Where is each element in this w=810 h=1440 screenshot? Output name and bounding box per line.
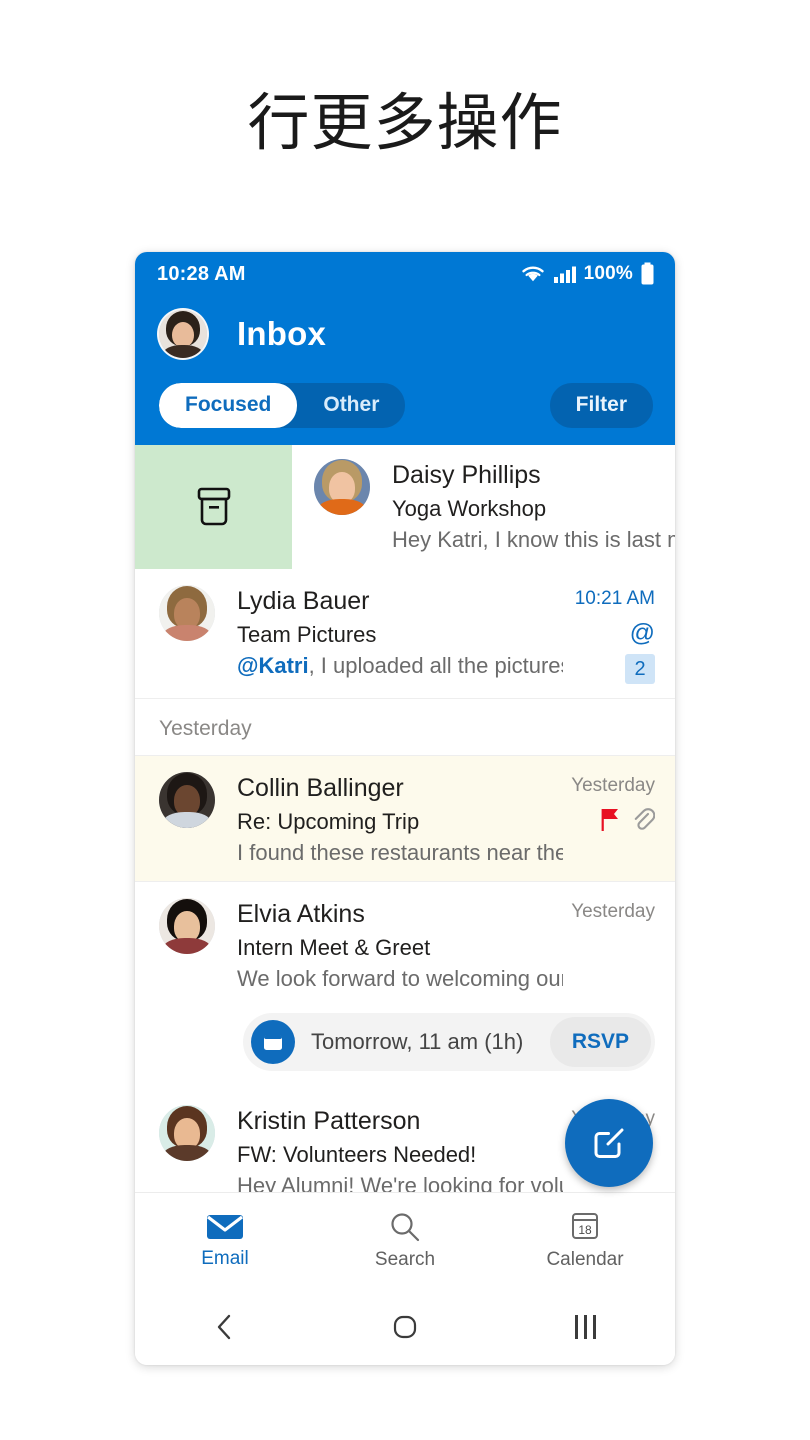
table-row[interactable]: Lydia Bauer Team Pictures @Katri, I uplo… <box>135 569 675 699</box>
compose-icon <box>594 1128 624 1158</box>
svg-text:18: 18 <box>578 1223 592 1237</box>
bottom-navigation: Email Search 18 Calendar <box>135 1192 675 1289</box>
avatar-art <box>314 459 370 515</box>
battery-icon <box>641 262 654 285</box>
nav-label-email: Email <box>201 1248 249 1269</box>
swiped-mail-row[interactable]: Daisy Phillips Yoga Workshop Hey Katri, … <box>292 445 675 569</box>
avatar-art <box>159 772 215 828</box>
app-header: 10:28 AM 100% Inbox Focused Other Filter <box>135 252 675 445</box>
calendar-icon <box>251 1020 295 1064</box>
mail-sender: Daisy Phillips <box>392 461 541 489</box>
calendar-glyph <box>264 1035 282 1050</box>
tab-other[interactable]: Other <box>297 383 405 428</box>
mail-subject: Yoga Workshop <box>392 496 547 521</box>
search-icon <box>391 1213 420 1242</box>
mention-icon: @ <box>629 618 655 647</box>
mail-time: 10:21 AM <box>574 588 655 609</box>
status-badge: 2 <box>625 654 655 684</box>
header-title-row: Inbox <box>135 296 675 364</box>
mail-text: Elvia Atkins Intern Meet & Greet We look… <box>215 898 563 993</box>
compose-fab[interactable] <box>565 1099 653 1187</box>
swipe-archive-row[interactable]: Daisy Phillips Yoga Workshop Hey Katri, … <box>135 445 675 569</box>
mail-meta: Yesterday <box>563 898 655 993</box>
wifi-icon <box>521 266 544 282</box>
archive-icon <box>197 487 230 526</box>
rsvp-button[interactable]: RSVP <box>549 1017 651 1067</box>
mail-text: Lydia Bauer Team Pictures @Katri, I uplo… <box>215 585 563 684</box>
table-row[interactable]: Collin Ballinger Re: Upcoming Trip I fou… <box>135 756 675 882</box>
mail-list: Daisy Phillips Yoga Workshop Hey Katri, … <box>135 445 675 1215</box>
nav-label-search: Search <box>374 1249 436 1270</box>
battery-percent: 100% <box>583 263 633 284</box>
avatar <box>314 459 370 515</box>
android-system-nav <box>135 1289 675 1365</box>
page-title: 行更多操作 <box>247 86 563 159</box>
recents-icon <box>574 1315 596 1339</box>
rsvp-card[interactable]: Tomorrow, 11 am (1h) RSVP <box>243 1013 655 1071</box>
nav-item-calendar[interactable]: 18 Calendar <box>495 1211 675 1271</box>
rsvp-time-text: Tomorrow, 11 am (1h) <box>311 1029 524 1054</box>
phone-mockup: 10:28 AM 100% Inbox Focused Other Filter… <box>135 252 675 1365</box>
home-circle-icon <box>393 1315 417 1339</box>
avatar <box>159 772 215 828</box>
avatar-art <box>159 585 215 641</box>
mail-preview: I found these restaurants near the city … <box>237 840 563 865</box>
avatar <box>159 1105 215 1161</box>
mail-time: Yesterday <box>571 775 655 796</box>
status-indicators: 100% <box>520 262 655 286</box>
inbox-title: Inbox <box>237 315 326 352</box>
mail-time: Yesterday <box>571 901 655 922</box>
mail-subject: Intern Meet & Greet <box>237 935 431 960</box>
android-home-button[interactable] <box>315 1312 495 1342</box>
mail-subject: Team Pictures <box>237 622 377 647</box>
preview-rest: , I uploaded all the pictures fro... <box>308 653 563 678</box>
mail-preview: Hey Katri, I know this is last m <box>392 527 675 552</box>
mail-meta: Yesterday <box>563 772 655 867</box>
nav-item-email[interactable]: Email <box>135 1212 315 1270</box>
mail-sender: Elvia Atkins <box>237 900 365 928</box>
archive-action[interactable] <box>135 445 292 569</box>
status-time: 10:28 AM <box>157 262 246 285</box>
mail-icon <box>207 1215 243 1239</box>
filter-button[interactable]: Filter <box>549 382 653 428</box>
mail-sender: Kristin Patterson <box>237 1107 421 1135</box>
mail-sender: Lydia Bauer <box>237 587 370 615</box>
focus-tabs: Focused Other <box>159 382 406 428</box>
avatar <box>159 585 215 641</box>
mail-text: Kristin Patterson FW: Volunteers Needed!… <box>215 1105 563 1200</box>
mail-preview: We look forward to welcoming our fall in… <box>237 966 563 991</box>
calendar-icon: 18 <box>572 1213 598 1239</box>
avatar <box>159 898 215 954</box>
mail-subject: Re: Upcoming Trip <box>237 809 420 834</box>
section-header-yesterday: Yesterday <box>135 699 675 756</box>
nav-item-search[interactable]: Search <box>315 1211 495 1271</box>
android-recents-button[interactable] <box>495 1315 675 1339</box>
mention-token: @Katri <box>237 653 309 678</box>
mail-preview: @Katri, I uploaded all the pictures fro.… <box>237 651 563 680</box>
avatar-art <box>159 310 207 358</box>
attachment-icon <box>634 808 655 830</box>
tab-row: Focused Other Filter <box>135 364 675 434</box>
mail-subject: FW: Volunteers Needed! <box>237 1142 477 1167</box>
tab-focused[interactable]: Focused <box>159 382 298 428</box>
mail-sender: Collin Ballinger <box>237 774 404 802</box>
avatar-art <box>159 898 215 954</box>
cellular-signal-icon <box>553 266 576 283</box>
status-bar: 10:28 AM 100% <box>135 252 675 296</box>
mail-meta-icons <box>563 806 655 834</box>
mail-text: Collin Ballinger Re: Upcoming Trip I fou… <box>215 772 563 867</box>
table-row[interactable]: Elvia Atkins Intern Meet & Greet We look… <box>135 882 675 1007</box>
back-chevron-icon <box>217 1314 231 1340</box>
nav-label-calendar: Calendar <box>546 1249 624 1270</box>
account-avatar[interactable] <box>157 308 209 360</box>
rsvp-card-wrap: Tomorrow, 11 am (1h) RSVP <box>135 1007 675 1089</box>
mail-text: Daisy Phillips Yoga Workshop Hey Katri, … <box>370 459 675 569</box>
android-back-button[interactable] <box>135 1312 315 1342</box>
mail-meta: 10:21 AM @ 2 <box>563 585 655 684</box>
avatar-art <box>159 1105 215 1161</box>
mail-meta-icons: @ <box>563 619 655 647</box>
flag-icon <box>601 809 618 831</box>
